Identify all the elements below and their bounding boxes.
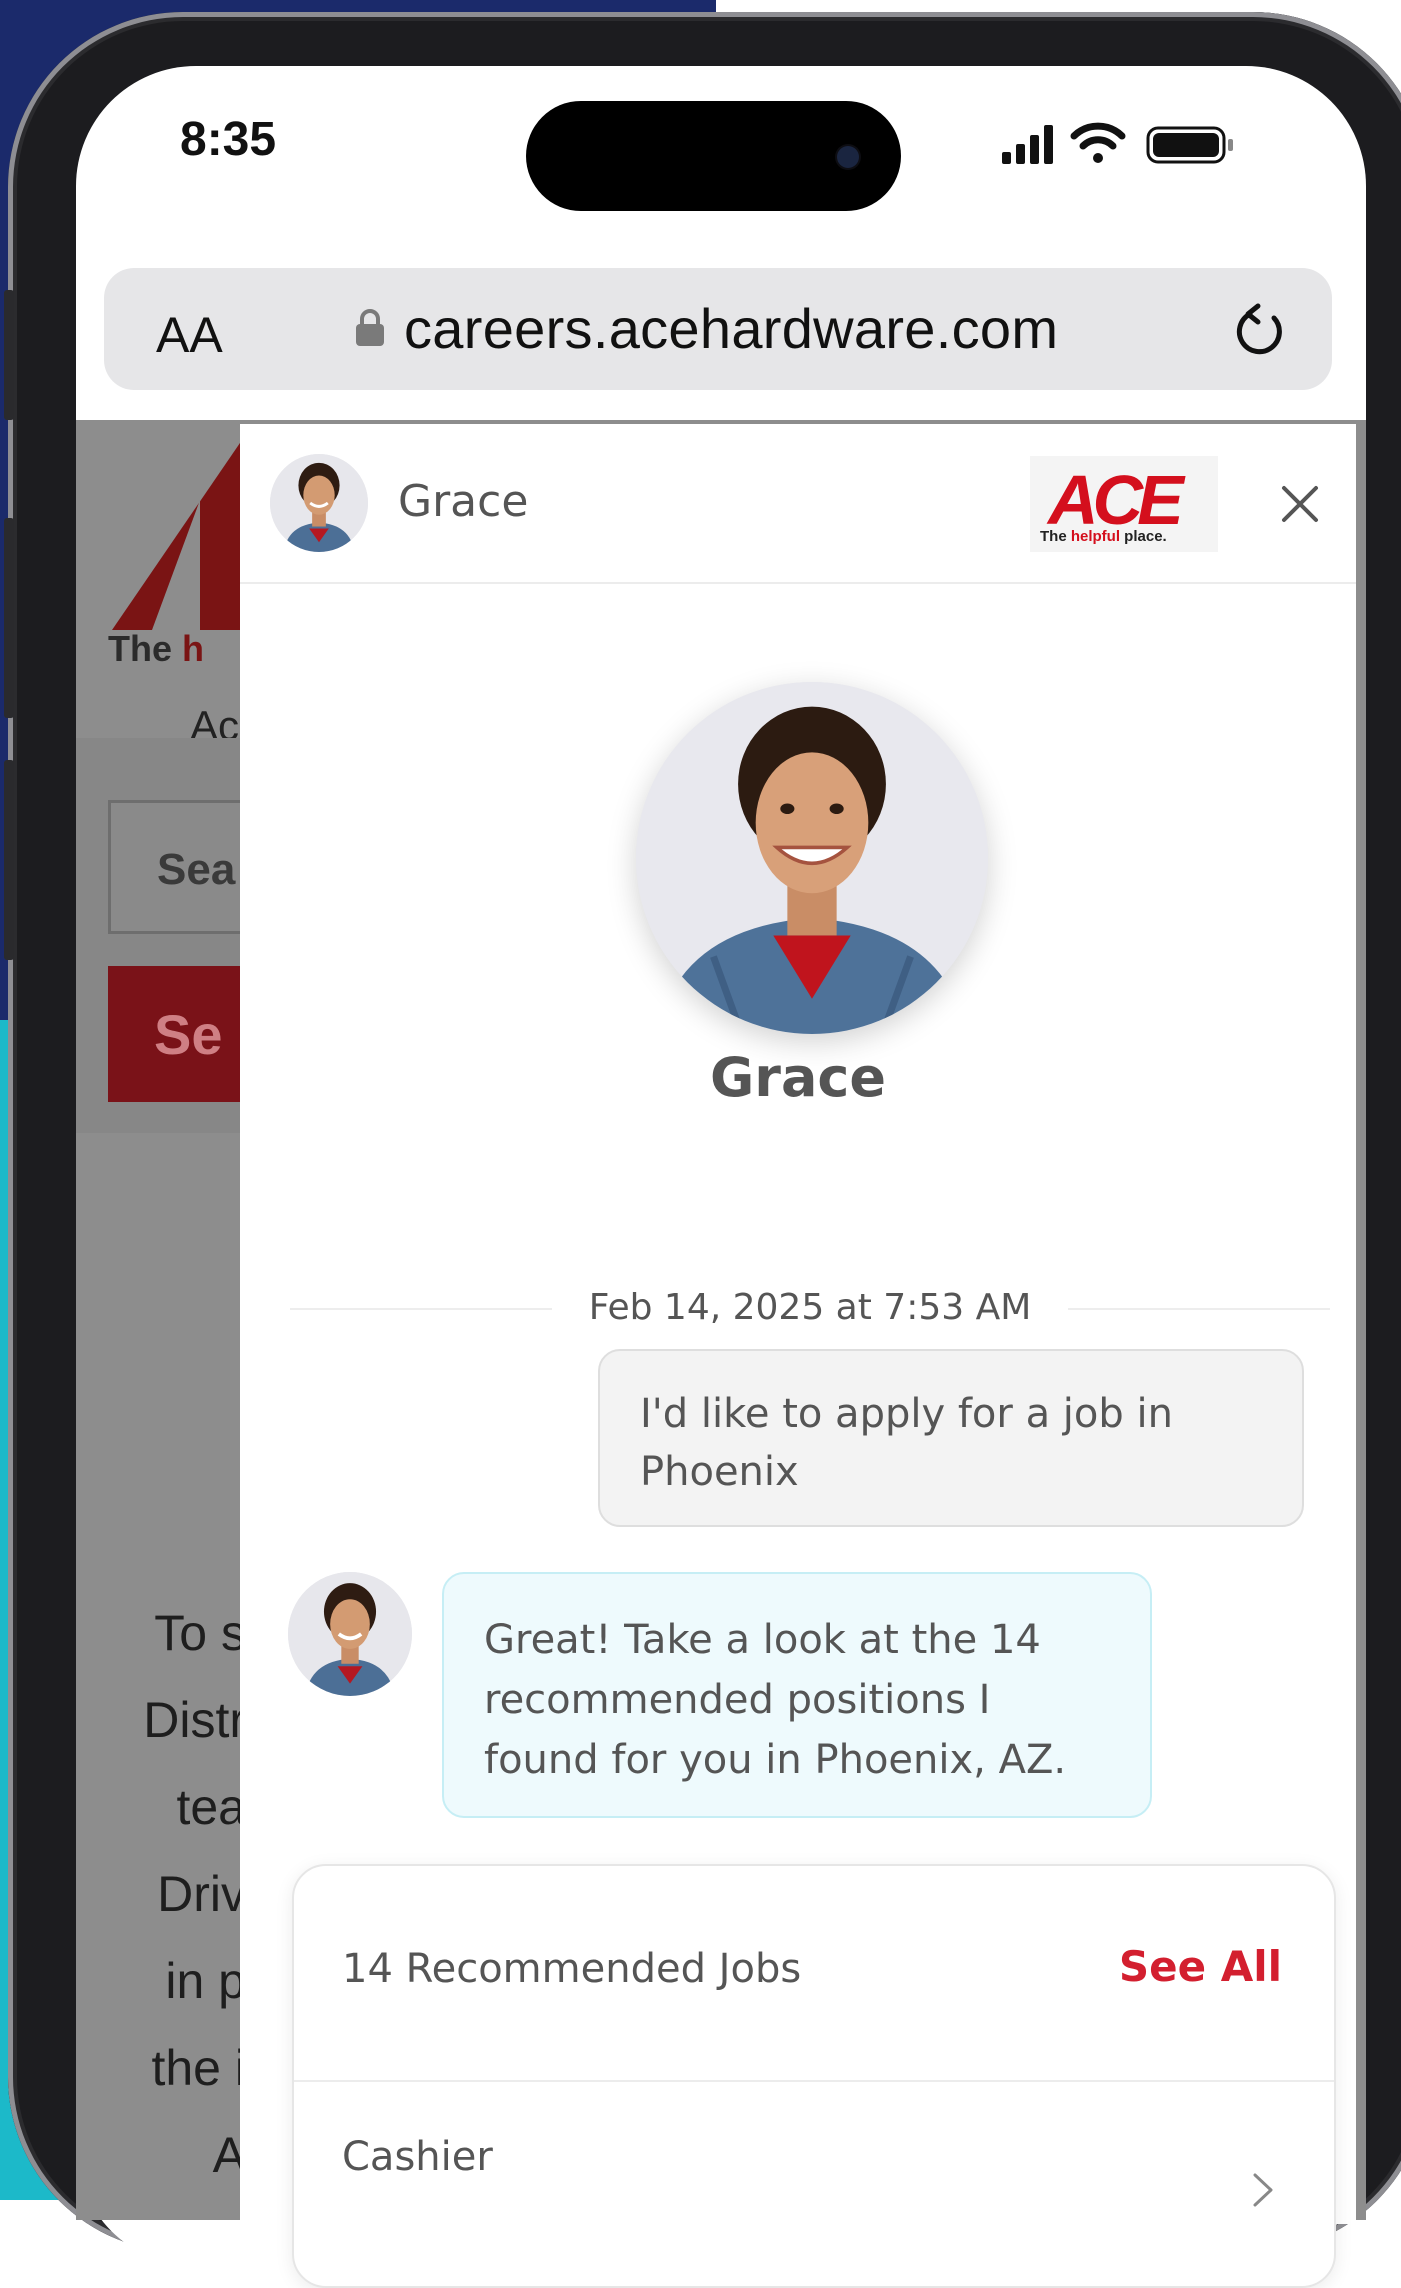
recommended-jobs-card: 14 Recommended Jobs See All Cashier (292, 1864, 1336, 2288)
close-icon[interactable] (1280, 484, 1320, 524)
status-time: 8:35 (180, 113, 277, 166)
user-message: I'd like to apply for a job in Phoenix (598, 1349, 1304, 1527)
chat-header: Grace ACE The helpful place. (240, 424, 1356, 584)
see-all-link[interactable]: See All (1119, 1942, 1282, 1991)
wifi-icon (1070, 122, 1126, 163)
background-logo (112, 440, 242, 630)
dynamic-island (526, 101, 901, 211)
job-list-item[interactable]: Cashier (294, 2082, 1334, 2282)
camera-icon (837, 146, 859, 168)
url-field[interactable]: careers.acehardware.com (354, 296, 1059, 360)
header-assistant-name: Grace (398, 476, 529, 527)
avatar (288, 1572, 412, 1696)
phone-side-button (4, 290, 14, 420)
timestamp: Feb 14, 2025 at 7:53 AM (588, 1287, 1032, 1328)
lock-icon (356, 309, 384, 346)
timestamp-divider: Feb 14, 2025 at 7:53 AM (290, 1276, 1330, 1340)
job-title: Cashier (342, 2134, 493, 2180)
ace-logo: ACE The helpful place. (1030, 456, 1218, 552)
assistant-avatar (636, 682, 988, 1034)
status-icons (1000, 122, 1240, 166)
address-bar[interactable]: AA careers.acehardware.com (104, 268, 1332, 390)
chat-panel: Grace ACE The helpful place. Grace Feb 1… (240, 424, 1356, 2288)
chevron-right-icon (1253, 2173, 1273, 2207)
battery-icon (1146, 126, 1233, 164)
phone-volume-up-button (4, 518, 14, 718)
reload-icon[interactable] (1230, 300, 1290, 360)
phone-volume-down-button (4, 760, 14, 960)
avatar (270, 454, 368, 552)
text-size-label: AA (156, 307, 223, 363)
background-tagline: The h (108, 628, 205, 669)
url-text: careers.acehardware.com (404, 296, 1059, 360)
text-size-button[interactable]: AA (156, 306, 223, 364)
signal-icon (1002, 125, 1053, 164)
background-body-text: To s Distr tea Driv in p the i A (143, 1605, 246, 2183)
bot-message: Great! Take a look at the 14 recommended… (442, 1572, 1152, 1818)
jobs-card-title: 14 Recommended Jobs (342, 1946, 802, 1992)
assistant-name: Grace (709, 1046, 887, 1109)
